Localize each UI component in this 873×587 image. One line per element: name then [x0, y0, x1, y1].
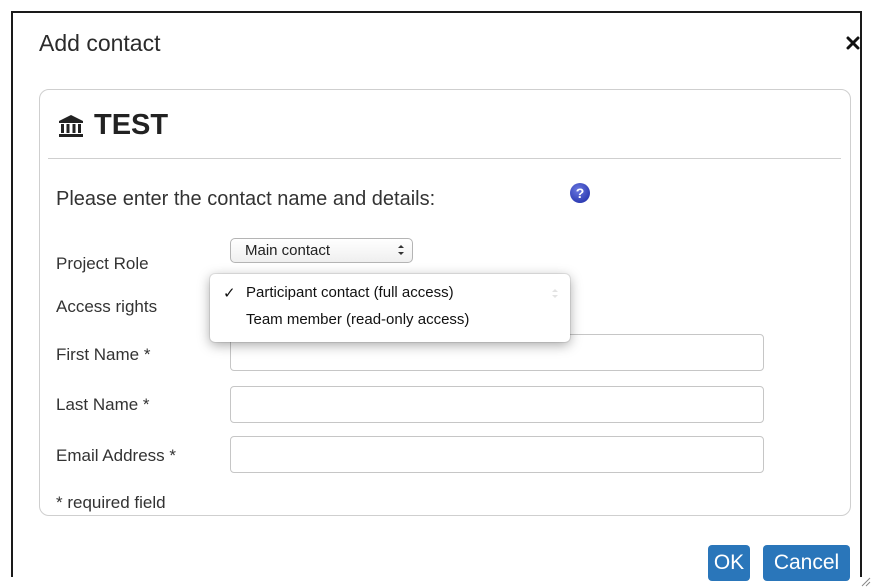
last-name-label: Last Name *: [56, 395, 150, 414]
first-name-label: First Name *: [56, 345, 151, 364]
check-icon: ✓: [223, 285, 236, 302]
select-arrows-icon: [552, 289, 558, 298]
access-option-team-member[interactable]: Team member (read-only access): [210, 310, 570, 332]
panel-divider: [48, 158, 841, 159]
access-rights-label: Access rights: [56, 297, 158, 316]
access-option-label: Participant contact (full access): [246, 284, 454, 301]
bank-icon: [59, 114, 83, 137]
project-role-select[interactable]: Main contact: [230, 238, 413, 263]
select-arrows-icon: [398, 245, 404, 255]
access-rights-dropdown: ✓ Participant contact (full access) Team…: [210, 274, 570, 342]
panel-title: TEST: [94, 109, 169, 141]
project-role-label: Project Role: [56, 254, 149, 273]
panel-header: TEST: [58, 109, 168, 142]
close-icon[interactable]: [843, 33, 863, 53]
help-icon[interactable]: ?: [569, 182, 591, 204]
email-field[interactable]: [230, 436, 764, 473]
required-field-note: * required field: [56, 493, 166, 512]
last-name-field[interactable]: [230, 386, 764, 423]
intro-text: Please enter the contact name and detail…: [56, 188, 436, 210]
cancel-button[interactable]: Cancel: [763, 545, 850, 581]
dialog-title: Add contact: [39, 30, 161, 56]
access-option-participant[interactable]: ✓ Participant contact (full access): [210, 283, 570, 305]
email-label: Email Address *: [56, 446, 176, 465]
svg-text:?: ?: [576, 185, 585, 201]
project-role-value: Main contact: [245, 242, 331, 259]
access-option-label: Team member (read-only access): [246, 311, 470, 328]
ok-button[interactable]: OK: [708, 545, 750, 581]
